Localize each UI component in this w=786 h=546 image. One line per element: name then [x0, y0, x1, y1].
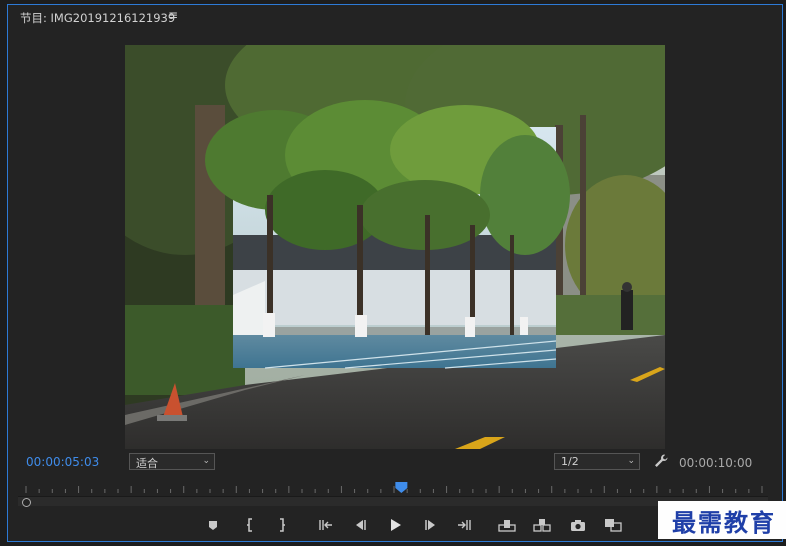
pip-inset	[205, 100, 570, 369]
duration-timecode: 00:00:10:00	[679, 456, 753, 470]
chevron-down-icon: ⌄	[202, 456, 210, 466]
step-forward-icon[interactable]	[422, 515, 440, 535]
watermark-logo: 最需教育	[658, 501, 786, 539]
program-viewer[interactable]	[125, 45, 665, 449]
zoom-level-value: 适合	[136, 457, 158, 470]
export-frame-icon[interactable]	[569, 515, 587, 535]
step-back-icon[interactable]	[351, 515, 369, 535]
current-timecode[interactable]: 00:00:05:03	[26, 455, 99, 469]
chevron-down-icon: ⌄	[627, 456, 635, 466]
time-ruler[interactable]	[18, 480, 770, 494]
zoom-level-dropdown[interactable]: 适合 ⌄	[129, 453, 215, 470]
panel-title[interactable]: 节目: IMG20191216121939	[20, 10, 175, 26]
playhead[interactable]	[395, 482, 408, 493]
mark-out-icon[interactable]	[273, 515, 291, 535]
mark-in-icon[interactable]	[241, 515, 259, 535]
lift-icon[interactable]	[498, 515, 516, 535]
playback-resolution-value: 1/2	[561, 455, 579, 468]
play-icon[interactable]	[386, 515, 404, 535]
comparison-view-icon[interactable]	[604, 515, 622, 535]
playback-resolution-dropdown[interactable]: 1/2 ⌄	[554, 453, 640, 470]
go-to-in-icon[interactable]	[317, 515, 335, 535]
zoom-scrollbar[interactable]	[18, 496, 768, 506]
go-to-out-icon[interactable]	[455, 515, 473, 535]
extract-icon[interactable]	[533, 515, 551, 535]
video-frame	[125, 45, 665, 449]
add-marker-icon[interactable]	[204, 515, 222, 535]
hamburger-menu-icon[interactable]: ≡	[168, 8, 178, 22]
panel-header: 节目: IMG20191216121939 ≡	[8, 5, 782, 29]
zoom-scrollbar-handle[interactable]	[22, 498, 31, 507]
program-monitor-panel: 节目: IMG20191216121939 ≡ 00:00:05:03 适合 ⌄…	[7, 4, 786, 542]
wrench-icon[interactable]	[653, 453, 669, 469]
